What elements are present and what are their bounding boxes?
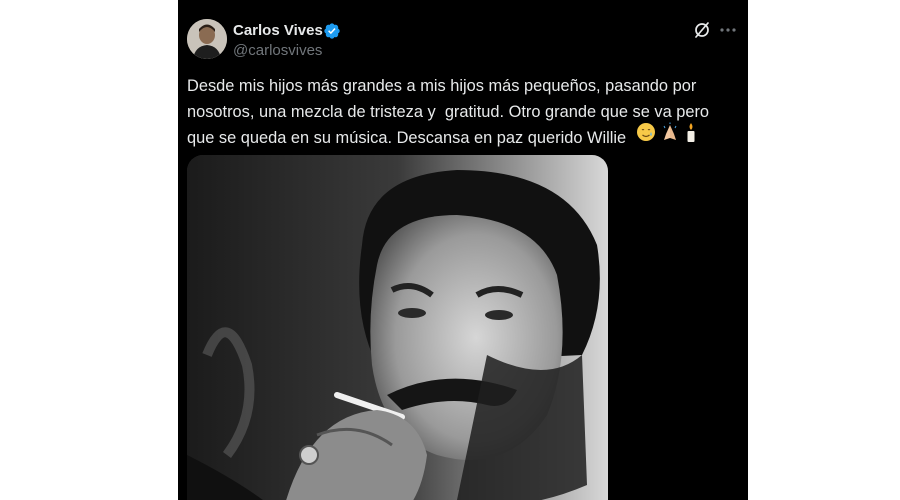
smiling-face-with-tear-emoji bbox=[637, 123, 655, 141]
candle-emoji bbox=[687, 123, 695, 142]
author-handle[interactable]: @carlosvives bbox=[233, 41, 322, 61]
grok-icon[interactable] bbox=[692, 20, 712, 40]
avatar[interactable] bbox=[187, 19, 227, 59]
tweet-card: Carlos Vives @carlosvives Desde mis hijo… bbox=[178, 0, 748, 500]
more-icon[interactable] bbox=[718, 20, 738, 40]
author-display-name[interactable]: Carlos Vives bbox=[233, 21, 323, 41]
folded-hands-emoji bbox=[663, 122, 677, 140]
verified-badge-icon bbox=[324, 23, 340, 39]
tweet-media-photo[interactable] bbox=[187, 155, 608, 500]
